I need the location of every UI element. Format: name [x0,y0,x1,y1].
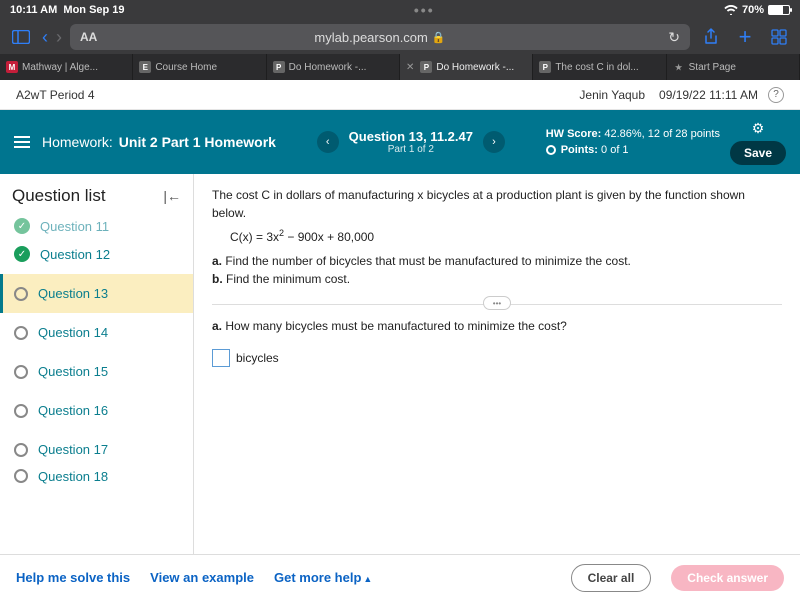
question-item-17[interactable]: Question 17 [0,430,193,469]
part-a-prompt: a. Find the number of bicycles that must… [212,254,782,268]
url-text: mylab.pearson.com [314,30,427,45]
tab-cost[interactable]: PThe cost C in dol... [533,54,666,80]
view-example-link[interactable]: View an example [150,570,254,585]
question-item-13[interactable]: Question 13 [0,274,193,313]
status-date: Mon Sep 19 [63,4,124,16]
answer-row: bicycles [212,349,782,367]
share-icon[interactable] [698,24,724,50]
forward-button: › [56,27,62,48]
clear-all-button[interactable]: Clear all [571,564,652,592]
radio-icon [14,326,28,340]
back-button[interactable]: ‹ [42,27,48,48]
tab-start-page[interactable]: ★Start Page [667,54,800,80]
reload-icon[interactable]: ↻ [668,29,680,46]
points-circle-icon [546,145,556,155]
question-item-15[interactable]: Question 15 [0,352,193,391]
collapse-sidebar-icon[interactable]: |← [163,188,181,204]
course-period: A2wT Period 4 [16,88,579,102]
question-item-16[interactable]: Question 16 [0,391,193,430]
divider-handle-icon[interactable]: ••• [483,296,511,310]
question-part: Part 1 of 2 [349,144,473,155]
status-time: 10:11 AM [10,4,57,16]
help-solve-link[interactable]: Help me solve this [16,570,130,585]
question-a: a. How many bicycles must be manufacture… [212,319,782,333]
question-item-11[interactable]: ✓Question 11 [0,214,193,234]
tab-strip: MMathway | Alge... ECourse Home PDo Home… [0,54,800,80]
question-sidebar: Question list |← ✓Question 11 ✓Question … [0,174,194,564]
sidebar-toggle-icon[interactable] [8,24,34,50]
check-answer-button[interactable]: Check answer [671,565,784,591]
tab-hw-active[interactable]: ✕PDo Homework -... [400,54,533,80]
new-tab-icon[interactable]: + [732,24,758,50]
ipad-status-bar: 10:11 AM Mon Sep 19 ••• 70% [0,0,800,20]
hw-title: Unit 2 Part 1 Homework [119,134,276,150]
score-block: HW Score: 42.86%, 12 of 28 points Points… [546,126,720,159]
answer-input[interactable] [212,349,230,367]
tab-course-home[interactable]: ECourse Home [133,54,266,80]
tab-mathway[interactable]: MMathway | Alge... [0,54,133,80]
footer-bar: Help me solve this View an example Get m… [0,554,800,600]
help-icon[interactable]: ? [768,87,784,103]
prev-question-button[interactable]: ‹ [317,131,339,153]
battery-pct: 70% [742,4,764,16]
question-nav: ‹ Question 13, 11.2.47 Part 1 of 2 › [276,129,546,155]
tabs-overview-icon[interactable] [766,24,792,50]
lock-icon: 🔒 [432,31,446,44]
course-header: A2wT Period 4 Jenin Yaqub 09/19/22 11:11… [0,80,800,110]
reader-aa-icon[interactable]: AA [80,30,97,44]
cost-formula: C(x) = 3x2 − 900x + 80,000 [212,222,782,250]
battery-icon [768,5,790,15]
radio-icon [14,443,28,457]
part-b-prompt: b. Find the minimum cost. [212,272,782,286]
problem-content: The cost C in dollars of manufacturing x… [194,174,800,564]
check-icon: ✓ [14,246,30,262]
problem-intro: The cost C in dollars of manufacturing x… [212,186,782,222]
radio-icon [14,404,28,418]
sidebar-title: Question list [12,186,106,206]
next-question-button[interactable]: › [483,131,505,153]
gear-icon[interactable]: ⚙ [752,120,765,137]
user-name[interactable]: Jenin Yaqub [579,88,645,102]
browser-toolbar: ‹ › AA mylab.pearson.com 🔒 ↻ + [0,20,800,54]
main-area: Question list |← ✓Question 11 ✓Question … [0,174,800,564]
assignment-bar: Homework: Unit 2 Part 1 Homework ‹ Quest… [0,110,800,174]
radio-icon [14,287,28,301]
question-item-18[interactable]: Question 18 [0,469,193,485]
get-more-help-link[interactable]: Get more help▲ [274,570,372,585]
answer-unit: bicycles [236,351,279,365]
radio-icon [14,469,28,483]
multitask-dots[interactable]: ••• [125,2,724,18]
address-bar[interactable]: AA mylab.pearson.com 🔒 ↻ [70,24,690,50]
question-number: Question 13, 11.2.47 [349,129,473,144]
dropdown-up-icon: ▲ [363,574,372,584]
hw-label: Homework: [42,134,113,150]
save-button[interactable]: Save [730,141,786,165]
question-item-12[interactable]: ✓Question 12 [0,234,193,274]
question-item-14[interactable]: Question 14 [0,313,193,352]
header-datetime: 09/19/22 11:11 AM [659,88,758,102]
menu-icon[interactable] [14,136,30,148]
tab-hw-1[interactable]: PDo Homework -... [267,54,400,80]
check-icon: ✓ [14,218,30,234]
question-list[interactable]: ✓Question 11 ✓Question 12 Question 13 Qu… [0,214,193,485]
close-icon[interactable]: ✕ [406,62,414,73]
wifi-icon [724,5,738,15]
radio-icon [14,365,28,379]
